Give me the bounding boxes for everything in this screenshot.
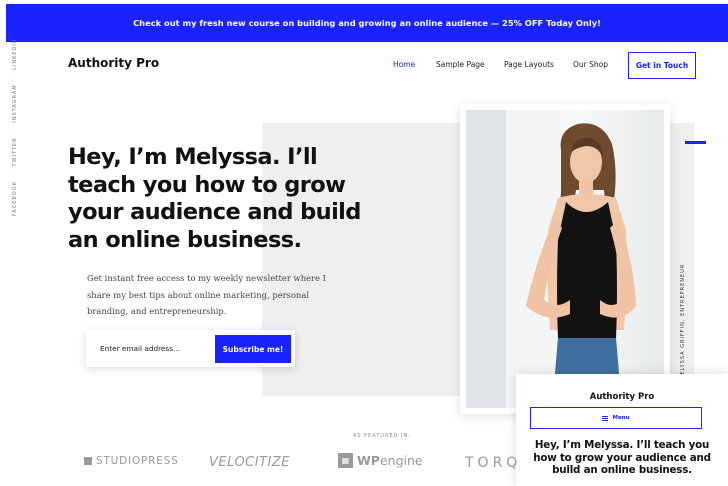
hero-title: Hey, I’m Melyssa. I’ll teach you how to … xyxy=(68,144,361,253)
studiopress-icon xyxy=(84,457,92,465)
hamburger-icon xyxy=(602,415,609,421)
wpengine-bold: WP xyxy=(357,453,380,468)
torque-text: TORQ xyxy=(465,455,522,471)
wpengine-text: WPengine xyxy=(357,453,423,468)
accent-line xyxy=(685,141,706,144)
featured-label: AS FEATURED IN: xyxy=(353,433,411,439)
wpengine-logo: ▦ WPengine xyxy=(338,453,423,468)
subscribe-button[interactable]: Subscribe me! xyxy=(215,335,291,363)
studiopress-text: STUDIOPRESS xyxy=(96,455,179,467)
wpengine-rest: engine xyxy=(379,453,423,468)
mobile-menu-button[interactable]: Menu xyxy=(530,407,702,429)
email-field[interactable]: Enter email address... xyxy=(100,344,180,353)
separator: · xyxy=(12,75,18,79)
separator: · xyxy=(12,172,18,176)
mobile-hero-title: Hey, I’m Melyssa. I’ll teach you how to … xyxy=(533,439,711,476)
photo-caption: MELYSSA GRIFFIN, ENTREPRENEUR xyxy=(680,263,686,380)
studiopress-logo: STUDIOPRESS xyxy=(84,455,179,467)
velocitize-text: VELOCITIZE xyxy=(209,455,290,470)
person-illustration xyxy=(466,110,636,408)
portrait-photo xyxy=(460,104,670,414)
mobile-logo[interactable]: Authority Pro xyxy=(516,392,728,402)
separator: · xyxy=(12,128,18,132)
hero-subtitle: Get instant free access to my weekly new… xyxy=(87,273,326,316)
nav-item-home[interactable]: Home xyxy=(393,60,415,69)
newsletter-form: Enter email address... Subscribe me! xyxy=(86,330,295,367)
wpengine-icon: ▦ xyxy=(338,453,353,468)
velocitize-logo: VELOCITIZE xyxy=(209,455,290,470)
social-link-facebook[interactable]: FACEBOOK xyxy=(12,181,18,216)
mobile-menu-label: Menu xyxy=(612,415,630,421)
social-link-twitter[interactable]: TWITTER xyxy=(12,137,18,166)
social-link-linkedin[interactable]: LINKEDIN xyxy=(12,38,18,70)
mobile-preview: Authority Pro Menu Hey, I’m Melyssa. I’l… xyxy=(516,374,728,486)
nav-item-page-layouts[interactable]: Page Layouts xyxy=(504,60,554,69)
announcement-bar[interactable]: Check out my fresh new course on buildin… xyxy=(6,4,728,42)
get-in-touch-button[interactable]: Get in Touch xyxy=(628,52,696,79)
nav-item-sample-page[interactable]: Sample Page xyxy=(436,60,485,69)
social-link-instagram[interactable]: INSTAGRAM xyxy=(12,84,18,122)
nav-item-our-shop[interactable]: Our Shop xyxy=(573,60,608,69)
site-logo[interactable]: Authority Pro xyxy=(68,56,159,70)
torque-logo: TORQ xyxy=(465,455,521,471)
social-links: FACEBOOK · TWITTER · INSTAGRAM · LINKEDI… xyxy=(12,38,24,220)
